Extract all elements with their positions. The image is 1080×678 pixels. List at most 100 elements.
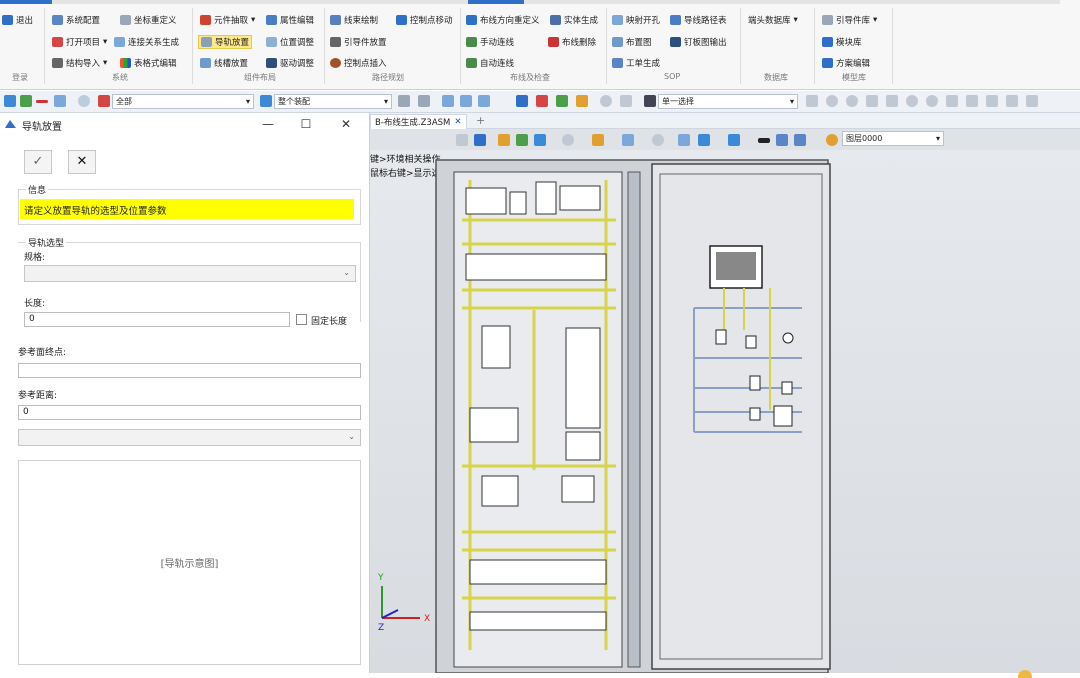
bracket-icon[interactable] — [620, 95, 632, 107]
solid-gen-button[interactable]: 实体生成 — [550, 14, 598, 26]
sys-config-button[interactable]: 系统配置 — [52, 14, 100, 26]
layer-select[interactable]: 图层0000 ▾ — [842, 131, 944, 146]
line4-icon[interactable] — [1026, 95, 1038, 107]
table-edit-button[interactable]: 表格式编辑 — [120, 57, 177, 69]
dir-redefine-button[interactable]: 布线方向重定义 — [466, 14, 540, 26]
quick-toolbar: 全部 ▾ 整个装配 ▾ 单一选择 ▾ — [0, 91, 1080, 113]
comp-extract-button[interactable]: 元件抽取 ▾ — [200, 14, 255, 26]
ref-face-input[interactable] — [18, 363, 361, 378]
guide-place-button[interactable]: 引导件放置 — [330, 36, 387, 48]
light-icon[interactable] — [592, 134, 604, 146]
ctrl-insert-button[interactable]: 控制点插入 — [330, 57, 387, 69]
orbit-icon[interactable] — [652, 134, 664, 146]
grid-icon[interactable] — [622, 134, 634, 146]
snap-icon[interactable] — [442, 95, 454, 107]
terminal-db-button[interactable]: 端头数据库 ▾ — [748, 14, 798, 26]
shade-icon[interactable] — [516, 134, 528, 146]
add-tab-icon[interactable]: + — [476, 114, 485, 127]
point-icon[interactable] — [826, 95, 838, 107]
maximize-button[interactable]: ☐ — [296, 115, 316, 133]
module-lib-button[interactable]: 模块库 — [822, 36, 862, 48]
target-icon[interactable] — [846, 95, 858, 107]
cancel-button[interactable]: ✕ — [68, 150, 96, 174]
curve2-icon[interactable] — [966, 95, 978, 107]
pi-icon[interactable] — [986, 95, 998, 107]
filter-select[interactable]: 全部 ▾ — [112, 94, 254, 109]
rail-place-button[interactable]: 导轨放置 — [198, 35, 253, 49]
fixed-length-checkbox[interactable] — [296, 314, 307, 325]
line-icon[interactable] — [866, 95, 878, 107]
circle2-icon[interactable] — [926, 95, 938, 107]
select-mode-select[interactable]: 单一选择 ▾ — [658, 94, 798, 109]
table-icon — [120, 58, 131, 68]
open-project-button[interactable]: 打开项目 ▾ — [52, 36, 107, 48]
view-cube-icon[interactable] — [456, 134, 468, 146]
wire-path-table-button[interactable]: 导线路径表 — [670, 14, 727, 26]
frame2-icon[interactable] — [678, 134, 690, 146]
snap3-icon[interactable] — [478, 95, 490, 107]
circle-icon[interactable] — [78, 95, 90, 107]
shade2-icon[interactable] — [534, 134, 546, 146]
frame-icon[interactable] — [54, 95, 66, 107]
doc-tab[interactable]: B-布线生成.Z3ASM ✕ — [370, 114, 467, 129]
snap2-icon[interactable] — [460, 95, 472, 107]
layout-chart-button[interactable]: 布置图 — [612, 36, 652, 48]
minimize-button[interactable]: — — [258, 115, 278, 133]
line2-icon[interactable] — [886, 95, 898, 107]
filter-icon[interactable] — [98, 95, 110, 107]
auto-wire-button[interactable]: 自动连线 — [466, 57, 514, 69]
view2-icon[interactable] — [418, 95, 430, 107]
select-mode-icon[interactable] — [644, 95, 656, 107]
box-icon[interactable] — [728, 134, 740, 146]
select4-icon[interactable] — [576, 95, 588, 107]
guide-lib-button[interactable]: 引导件库 ▾ — [822, 14, 877, 26]
bulb-icon[interactable] — [826, 134, 838, 146]
info-icon[interactable] — [600, 95, 612, 107]
struct-import-button[interactable]: 结构导入 ▾ — [52, 57, 107, 69]
map-open-button[interactable]: 映射开孔 — [612, 14, 660, 26]
ok-button[interactable]: ✓ — [24, 150, 52, 174]
ref-dist-input[interactable]: 0 — [18, 405, 361, 420]
close-tab-icon[interactable]: ✕ — [454, 117, 461, 127]
manual-wire-button[interactable]: 手动连线 — [466, 36, 514, 48]
render-icon[interactable] — [474, 134, 486, 146]
display-icon[interactable] — [698, 134, 710, 146]
length-input[interactable]: 0 — [24, 312, 290, 327]
spec-select[interactable]: ⌄ — [24, 265, 356, 282]
dialog-titlebar[interactable]: 导轨放置 — ☐ ✕ — [0, 113, 370, 135]
select2-icon[interactable] — [536, 95, 548, 107]
logout-button[interactable]: 退出 — [2, 14, 33, 26]
coord-redefine-button[interactable]: 坐标重定义 — [120, 14, 177, 26]
arc-icon[interactable] — [906, 95, 918, 107]
cursor-icon[interactable] — [806, 95, 818, 107]
color-icon[interactable] — [776, 134, 788, 146]
assembly-select[interactable]: 整个装配 ▾ — [274, 94, 392, 109]
section-icon[interactable] — [562, 134, 574, 146]
pos-adjust-button[interactable]: 位置调整 — [266, 36, 314, 48]
wire-delete-button[interactable]: 布线删除 — [548, 36, 596, 48]
layer-state-icon[interactable] — [794, 134, 806, 146]
nail-board-button[interactable]: 钉板图输出 — [670, 36, 727, 48]
select-icon[interactable] — [516, 95, 528, 107]
duct-place-button[interactable]: 线槽放置 — [200, 57, 248, 69]
pointer-icon[interactable] — [4, 95, 16, 107]
add-icon[interactable] — [20, 95, 32, 107]
pencil-icon[interactable] — [498, 134, 510, 146]
ref-dist-select[interactable]: ⌄ — [18, 429, 361, 446]
line3-icon[interactable] — [1006, 95, 1018, 107]
scheme-edit-button[interactable]: 方案编辑 — [822, 57, 870, 69]
attr-edit-button[interactable]: 属性编辑 — [266, 14, 314, 26]
minus-icon[interactable] — [36, 100, 48, 103]
view-icon[interactable] — [398, 95, 410, 107]
select3-icon[interactable] — [556, 95, 568, 107]
harness-draw-button[interactable]: 线束绘制 — [330, 14, 378, 26]
ctrl-move-button[interactable]: 控制点移动 — [396, 14, 453, 26]
work-order-button[interactable]: 工单生成 — [612, 57, 660, 69]
curve-icon[interactable] — [946, 95, 958, 107]
assembly-icon[interactable] — [260, 95, 272, 107]
close-button[interactable]: ✕ — [336, 115, 356, 133]
drive-adjust-button[interactable]: 驱动调整 — [266, 57, 314, 69]
conn-gen-button[interactable]: 连接关系生成 — [114, 36, 179, 48]
line-style-icon[interactable] — [758, 138, 770, 143]
3d-viewport[interactable]: 键>环境相关操作 鼠标右键>显示选择过滤器 Y X Z — [370, 150, 1080, 673]
